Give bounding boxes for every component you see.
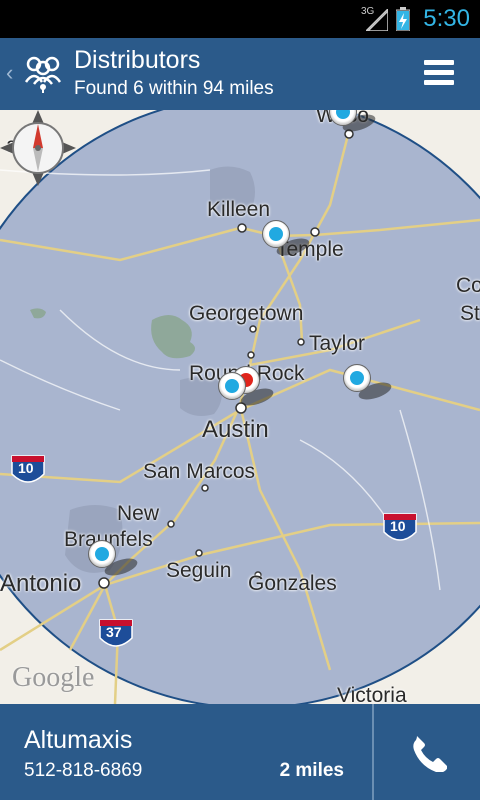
back-chevron-icon[interactable]: ‹ — [6, 60, 13, 86]
results-summary: Found 6 within 94 miles — [74, 78, 274, 99]
city-label: St — [460, 302, 480, 325]
status-bar: 3G 5:30 — [0, 0, 480, 38]
city-label: Georgetown — [189, 302, 304, 325]
city-label: Killeen — [207, 198, 271, 221]
city-label: Seguin — [166, 559, 232, 582]
phone-icon — [413, 736, 447, 772]
city-label: Taylor — [309, 332, 366, 355]
city-label: New — [117, 502, 160, 525]
google-attribution-logo: Google — [12, 662, 95, 693]
distributor-detail-bar: Altumaxis 512-818-6869 2 miles — [0, 704, 480, 800]
highway-number: 10 — [18, 460, 34, 476]
city-label: Austin — [202, 416, 269, 443]
distributor-info[interactable]: Altumaxis 512-818-6869 2 miles — [0, 704, 372, 800]
compass-icon[interactable] — [0, 110, 76, 186]
city-label: Co — [456, 274, 480, 297]
clock: 5:30 — [423, 5, 470, 32]
distributor-pin[interactable] — [218, 372, 246, 400]
distributors-people-icon[interactable] — [22, 52, 64, 94]
menu-icon-bar — [424, 80, 454, 85]
city-label: San Marcos — [143, 460, 256, 483]
distributor-distance: 2 miles — [279, 760, 344, 781]
highway-number: 37 — [106, 624, 122, 640]
highway-number: 10 — [390, 518, 406, 534]
action-bar: ‹ Distributors Found 6 within 94 miles — [0, 38, 480, 110]
menu-icon-bar — [424, 70, 454, 75]
city-label: Antonio — [0, 570, 82, 597]
call-button[interactable] — [374, 704, 480, 800]
distributor-name: Altumaxis — [24, 726, 133, 754]
map-view[interactable]: 10 10 37 Waco a Killeen Temple Co St Geo… — [0, 110, 480, 704]
city-label: Gonzales — [248, 572, 337, 595]
distributor-pin[interactable] — [88, 540, 116, 568]
distributor-pin[interactable] — [262, 220, 290, 248]
city-label: Victoria — [337, 684, 407, 704]
page-title: Distributors — [74, 46, 201, 74]
menu-icon-bar — [424, 60, 454, 65]
signal-icon — [366, 9, 388, 31]
distributor-pin[interactable] — [343, 364, 371, 392]
distributor-phone: 512-818-6869 — [24, 760, 143, 781]
menu-button[interactable] — [424, 60, 454, 86]
battery-charging-icon — [396, 7, 410, 31]
